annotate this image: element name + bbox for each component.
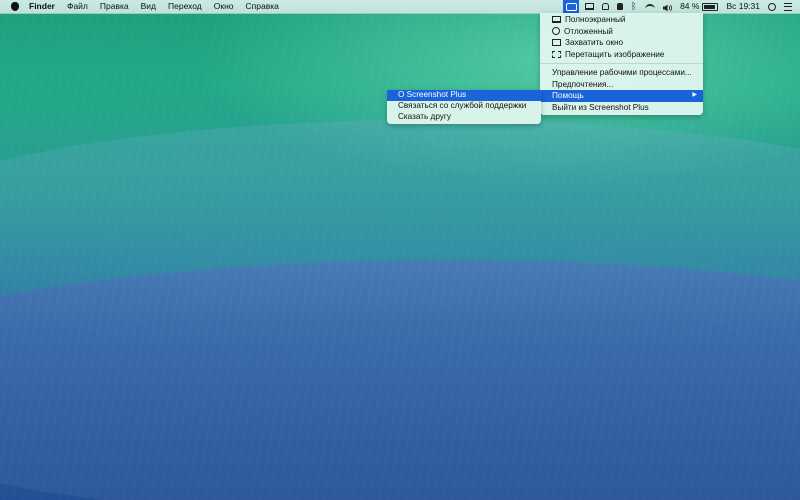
submenu-item-label: Связаться со службой поддержки <box>398 100 527 110</box>
clock-icon <box>552 27 560 36</box>
window-icon <box>552 39 561 47</box>
status-area: ᛒ 84 % Вс 19:31 <box>563 0 800 13</box>
menu-bar: Finder Файл Правка Вид Переход Окно Спра… <box>0 0 800 14</box>
menu-separator <box>540 63 703 64</box>
submenu-item-label: Сказать другу <box>398 111 451 121</box>
menu-help[interactable]: Справка <box>246 0 279 13</box>
menu-item-label: Перетащить изображение <box>565 49 665 59</box>
menu-item-label: Отложенный <box>564 26 613 36</box>
clock[interactable]: Вс 19:31 <box>726 0 760 13</box>
screenshot-plus-menu: Полноэкранный Отложенный Захватить окно … <box>540 13 703 115</box>
menu-item-help[interactable]: Помощь ▶ <box>540 90 703 102</box>
menu-item-label: Захватить окно <box>565 38 624 47</box>
screenshot-plus-icon[interactable] <box>563 0 580 13</box>
cat-icon[interactable] <box>602 3 610 10</box>
search-icon[interactable] <box>768 2 776 11</box>
lock-icon[interactable] <box>617 3 624 10</box>
submenu-item-contact-support[interactable]: Связаться со службой поддержки <box>387 101 541 112</box>
menu-item-preferences[interactable]: Предпочтения... <box>540 79 703 91</box>
list-icon[interactable] <box>784 2 792 11</box>
menu-item-quit[interactable]: Выйти из Screenshot Plus <box>540 102 703 114</box>
menu-item-label: Полноэкранный <box>565 15 626 24</box>
battery-percent: 84 % <box>680 1 700 11</box>
menu-window[interactable]: Окно <box>214 0 234 13</box>
menu-item-drag-image[interactable]: Перетащить изображение <box>540 49 703 61</box>
submenu-item-tell-friend[interactable]: Сказать другу <box>387 112 541 123</box>
menu-item-capture-window[interactable]: Захватить окно <box>540 37 703 49</box>
menu-file[interactable]: Файл <box>67 0 88 13</box>
submenu-item-label: О Screenshot Plus <box>398 90 467 99</box>
menu-item-delayed[interactable]: Отложенный <box>540 26 703 38</box>
menu-item-fullscreen[interactable]: Полноэкранный <box>540 14 703 26</box>
menu-edit[interactable]: Правка <box>100 0 129 13</box>
display-icon[interactable] <box>585 3 595 10</box>
monitor-icon <box>552 16 561 24</box>
menu-item-label: Предпочтения... <box>552 79 614 89</box>
help-submenu: О Screenshot Plus Связаться со службой п… <box>387 90 541 125</box>
menu-item-label: Помощь <box>552 91 584 100</box>
bluetooth-icon[interactable]: ᛒ <box>631 2 637 11</box>
menu-item-label: Выйти из Screenshot Plus <box>552 102 649 112</box>
selection-icon <box>552 50 561 58</box>
menu-view[interactable]: Вид <box>141 0 156 13</box>
menu-item-workflows[interactable]: Управление рабочими процессами... <box>540 67 703 79</box>
menu-item-label: Управление рабочими процессами... <box>552 68 692 77</box>
wifi-icon[interactable] <box>645 3 656 10</box>
menu-app-finder[interactable]: Finder <box>29 0 55 13</box>
volume-icon[interactable] <box>663 3 672 12</box>
submenu-item-about[interactable]: О Screenshot Plus <box>387 90 541 101</box>
battery-status[interactable]: 84 % <box>680 0 719 13</box>
battery-icon <box>702 2 719 11</box>
menu-go[interactable]: Переход <box>168 0 202 13</box>
submenu-arrow-icon: ▶ <box>692 92 697 98</box>
apple-menu-icon[interactable] <box>11 2 19 11</box>
battery-level-fill <box>704 4 715 9</box>
